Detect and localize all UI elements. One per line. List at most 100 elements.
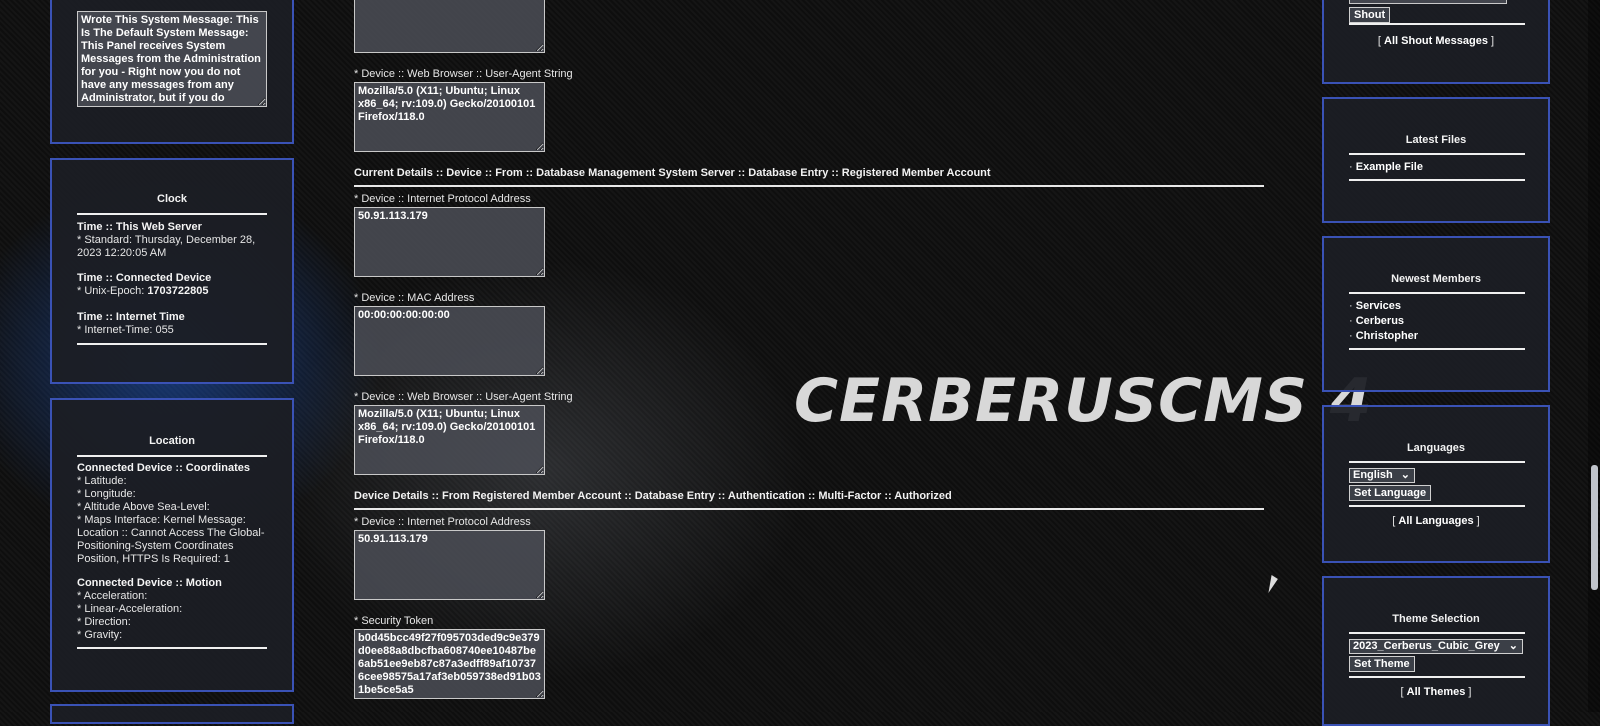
internet-time-value: * Internet-Time: 055: [77, 324, 174, 336]
newest-members-panel: Newest Members · Services · Cerberus · C…: [1322, 236, 1550, 392]
chevron-down-icon: ⌄: [1508, 640, 1518, 652]
newest-members-title: Newest Members: [1391, 273, 1481, 285]
system-message-textarea[interactable]: Wrote This System Message: This Is The D…: [77, 11, 267, 107]
page-scrollbar[interactable]: [1588, 0, 1600, 712]
bracket: ]: [1468, 686, 1472, 698]
bullet: ·: [1349, 330, 1353, 342]
set-language-button[interactable]: Set Language: [1349, 485, 1432, 501]
section-divider: [354, 508, 1264, 510]
internet-time-heading: Time :: Internet Time: [77, 311, 185, 323]
next-left-panel: [50, 704, 294, 724]
member-link[interactable]: Cerberus: [1356, 315, 1404, 327]
theme-selection-panel: Theme Selection 2023_Cerberus_Cubic_Grey…: [1322, 576, 1550, 726]
previous-field-textarea[interactable]: [354, 0, 545, 53]
unix-epoch-row: * Unix-Epoch: 1703722805: [77, 285, 209, 298]
all-themes-row: [ All Themes ]: [1324, 686, 1548, 698]
motion-heading: Connected Device :: Motion: [77, 577, 222, 589]
divider: [1349, 461, 1525, 463]
divider: [1349, 505, 1525, 507]
current-details-heading: Current Details :: Device :: From :: Dat…: [354, 167, 991, 179]
latest-files-panel: Latest Files · Example File: [1322, 97, 1550, 223]
list-item[interactable]: · Example File: [1349, 161, 1423, 174]
ip-address-label: * Device :: Internet Protocol Address: [354, 516, 531, 528]
theme-selection-title: Theme Selection: [1392, 613, 1480, 625]
server-time-heading: Time :: This Web Server: [77, 221, 202, 233]
all-shout-messages-link[interactable]: All Shout Messages: [1384, 35, 1488, 47]
device-time-heading: Time :: Connected Device: [77, 272, 212, 284]
all-languages-link[interactable]: All Languages: [1398, 515, 1473, 527]
clock-title: Clock: [157, 193, 187, 205]
bullet: ·: [1349, 300, 1353, 312]
divider: [1349, 23, 1525, 25]
shout-button[interactable]: Shout: [1349, 7, 1391, 23]
scrollbar-thumb[interactable]: [1591, 465, 1598, 590]
location-title: Location: [149, 435, 195, 447]
divider: [77, 647, 267, 649]
section-divider: [354, 185, 1264, 187]
list-item[interactable]: · Cerberus: [1349, 315, 1404, 328]
security-token-textarea[interactable]: b0d45bcc49f27f095703ded9c9e379d0ee88a8db…: [354, 629, 545, 699]
divider: [1349, 632, 1525, 634]
acceleration-row: * Acceleration:: [77, 590, 148, 602]
bullet: ·: [1349, 315, 1353, 327]
bracket: [: [1400, 686, 1404, 698]
chevron-down-icon: ⌄: [1400, 469, 1410, 481]
altitude-row: * Altitude Above Sea-Level:: [77, 501, 210, 513]
shoutbox-panel: Shout [ All Shout Messages ]: [1322, 0, 1550, 84]
system-message-panel: Wrote This System Message: This Is The D…: [50, 0, 294, 144]
cerberuscms-logo: CERBERUSCMS 4: [794, 366, 1373, 436]
location-panel: Location Connected Device :: Coordinates…: [50, 398, 294, 692]
set-theme-button[interactable]: Set Theme: [1349, 656, 1415, 672]
divider: [1349, 153, 1525, 155]
all-themes-link[interactable]: All Themes: [1407, 686, 1466, 698]
ip-address-textarea[interactable]: 50.91.113.179: [354, 530, 545, 600]
list-item[interactable]: · Christopher: [1349, 330, 1418, 343]
unix-epoch-label: * Unix-Epoch:: [77, 285, 148, 297]
language-select[interactable]: English ⌄: [1349, 468, 1415, 483]
ip-address-label: * Device :: Internet Protocol Address: [354, 193, 531, 205]
member-link[interactable]: Services: [1356, 300, 1401, 312]
shout-input[interactable]: [1349, 0, 1507, 4]
list-item[interactable]: · Services: [1349, 300, 1401, 313]
divider: [1349, 179, 1525, 181]
user-agent-textarea[interactable]: Mozilla/5.0 (X11; Ubuntu; Linux x86_64; …: [354, 405, 545, 475]
maps-message: * Maps Interface: Kernel Message: Locati…: [77, 514, 265, 565]
language-selected: English: [1353, 469, 1393, 481]
bracket: [: [1377, 35, 1381, 47]
longitude-row: * Longitude:: [77, 488, 136, 500]
user-agent-label: * Device :: Web Browser :: User-Agent St…: [354, 68, 573, 80]
file-link[interactable]: Example File: [1356, 161, 1423, 173]
bracket: ]: [1476, 515, 1480, 527]
languages-title: Languages: [1406, 442, 1466, 454]
coordinates-heading: Connected Device :: Coordinates: [77, 462, 250, 474]
divider: [77, 455, 267, 457]
divider: [77, 213, 267, 215]
theme-selected: 2023_Cerberus_Cubic_Grey: [1353, 640, 1500, 652]
member-link[interactable]: Christopher: [1356, 330, 1418, 342]
divider: [1349, 292, 1525, 294]
unix-epoch-value: 1703722805: [147, 285, 209, 297]
mac-address-label: * Device :: MAC Address: [354, 292, 475, 304]
user-agent-label: * Device :: Web Browser :: User-Agent St…: [354, 391, 573, 403]
server-time-value: * Standard: Thursday, December 28, 2023 …: [77, 234, 256, 259]
divider: [1349, 676, 1525, 678]
clock-panel: Clock Time :: This Web Server * Standard…: [50, 158, 294, 384]
user-agent-textarea[interactable]: Mozilla/5.0 (X11; Ubuntu; Linux x86_64; …: [354, 82, 545, 152]
gravity-row: * Gravity:: [77, 629, 123, 641]
bracket: ]: [1491, 35, 1495, 47]
mouse-pointer-icon: [1268, 575, 1279, 593]
languages-panel: Languages English ⌄ Set Language [ All La…: [1322, 405, 1550, 563]
divider: [1349, 348, 1525, 350]
ip-address-textarea[interactable]: 50.91.113.179: [354, 207, 545, 277]
bullet: ·: [1349, 161, 1353, 173]
theme-select[interactable]: 2023_Cerberus_Cubic_Grey ⌄: [1349, 639, 1523, 654]
latitude-row: * Latitude:: [77, 475, 127, 487]
device-details-heading: Device Details :: From Registered Member…: [354, 490, 952, 502]
linear-acceleration-row: * Linear-Acceleration:: [77, 603, 183, 615]
security-token-label: * Security Token: [354, 615, 434, 627]
direction-row: * Direction:: [77, 616, 131, 628]
mac-address-textarea[interactable]: 00:00:00:00:00:00: [354, 306, 545, 376]
divider: [77, 343, 267, 345]
bracket: [: [1392, 515, 1396, 527]
latest-files-title: Latest Files: [1405, 134, 1467, 146]
